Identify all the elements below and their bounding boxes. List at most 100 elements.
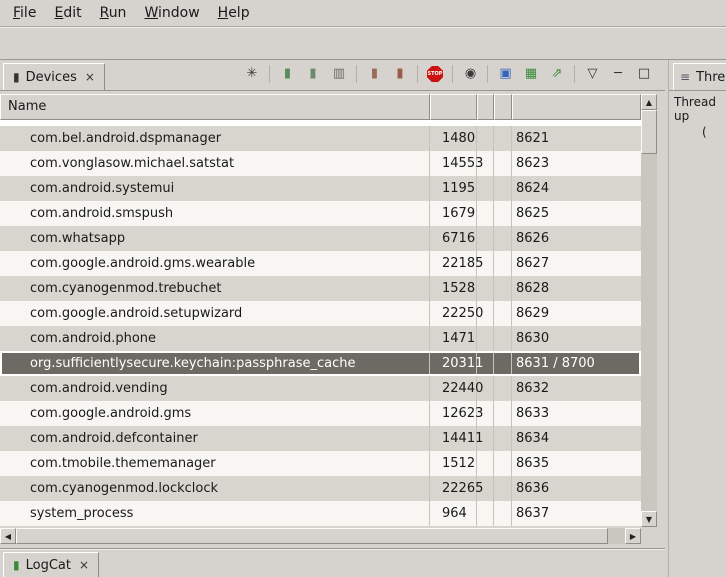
table-row[interactable]: com.whatsapp 6716 8626 [0, 226, 641, 251]
cell-spacer1 [477, 326, 494, 351]
devices-tab-label: Devices [26, 70, 77, 85]
threads-message-line1: Thread up [674, 95, 726, 123]
cell-spacer1 [477, 251, 494, 276]
vertical-scroll-track[interactable] [641, 110, 657, 511]
threads-message-line2: ( [674, 125, 726, 139]
start-opengl-trace-icon[interactable]: ⇗ [548, 65, 566, 83]
table-row[interactable]: com.cyanogenmod.trebuchet 1528 8628 [0, 276, 641, 301]
process-port: 8628 [512, 276, 641, 301]
scroll-up-icon[interactable]: ▲ [641, 94, 657, 110]
dump-view-hierarchy-icon[interactable]: ▣ [487, 65, 514, 83]
process-port: 8629 [512, 301, 641, 326]
maximize-icon[interactable]: □ [635, 65, 653, 83]
table-row[interactable]: com.android.systemui 1195 8624 [0, 176, 641, 201]
process-port: 8633 [512, 401, 641, 426]
process-pid: 12623 [430, 401, 477, 426]
table-row[interactable]: system_process 964 8637 [0, 501, 641, 526]
process-pid: 1528 [430, 276, 477, 301]
capture-system-info-icon[interactable]: ▦ [522, 65, 540, 83]
process-pid: 22265 [430, 476, 477, 501]
process-port: 8621 [512, 126, 641, 151]
process-name: com.android.defcontainer [0, 426, 430, 451]
cell-spacer1 [477, 176, 494, 201]
table-row[interactable]: com.vonglasow.michael.satstat 14553 8623 [0, 151, 641, 176]
scroll-right-icon[interactable]: ▶ [625, 528, 641, 544]
debug-process-icon[interactable]: ✳ [243, 65, 261, 83]
vertical-scrollbar[interactable]: ▲ ▼ [641, 94, 657, 527]
process-pid: 1471 [430, 326, 477, 351]
process-port: 8632 [512, 376, 641, 401]
close-icon[interactable]: × [77, 558, 89, 572]
table-row[interactable]: com.cyanogenmod.lockclock 22265 8636 [0, 476, 641, 501]
horizontal-scroll-track[interactable] [16, 528, 625, 544]
process-pid: 1679 [430, 201, 477, 226]
process-port: 8626 [512, 226, 641, 251]
menu-file[interactable]: File [4, 2, 45, 24]
process-name: com.google.android.setupwizard [0, 301, 430, 326]
threads-panel: ≡ Threads Thread up ( [668, 60, 726, 577]
start-method-profiling-icon[interactable]: ▮ [391, 65, 409, 83]
devices-tab-icon: ▮ [13, 71, 20, 83]
process-name: com.tmobile.thememanager [0, 451, 430, 476]
table-row[interactable]: com.android.defcontainer 14411 8634 [0, 426, 641, 451]
process-name: com.android.phone [0, 326, 430, 351]
menu-bar: FileEditRunWindowHelp [0, 0, 726, 27]
process-name: com.vonglasow.michael.satstat [0, 151, 430, 176]
cell-spacer2 [494, 301, 512, 326]
horizontal-scrollbar[interactable]: ◀ ▶ [0, 528, 641, 544]
column-header-pid[interactable] [430, 94, 477, 120]
dump-hprof-icon[interactable]: ▮ [304, 65, 322, 83]
table-row[interactable]: org.sufficientlysecure.keychain:passphra… [0, 351, 641, 376]
column-header-name[interactable]: Name [0, 94, 430, 120]
table-row[interactable]: com.google.android.gms 12623 8633 [0, 401, 641, 426]
threads-tab-icon: ≡ [680, 71, 690, 83]
column-header-port[interactable] [512, 94, 641, 120]
table-row[interactable]: com.bel.android.dspmanager 1480 8621 [0, 126, 641, 151]
process-port: 8636 [512, 476, 641, 501]
cell-spacer2 [494, 326, 512, 351]
view-menu-icon[interactable]: ▽ [574, 65, 601, 83]
scroll-left-icon[interactable]: ◀ [0, 528, 16, 544]
logcat-tab-label: LogCat [26, 558, 71, 573]
cell-spacer1 [477, 126, 494, 151]
process-pid: 964 [430, 501, 477, 526]
cell-spacer1 [477, 501, 494, 526]
minimize-icon[interactable]: ─ [609, 65, 627, 83]
scroll-down-icon[interactable]: ▼ [641, 511, 657, 527]
process-pid: 22250 [430, 301, 477, 326]
menu-window[interactable]: Window [135, 2, 208, 24]
table-row[interactable]: com.android.vending 22440 8632 [0, 376, 641, 401]
update-threads-icon[interactable]: ▮ [356, 65, 383, 83]
horizontal-scroll-thumb[interactable] [16, 528, 608, 544]
devices-toolbar: ✳ ▮ ▮ ▥ ▮ ▮ STOP ◉ ▣ ▦ ⇗ ▽ ─ □ [243, 65, 653, 83]
cell-spacer2 [494, 476, 512, 501]
tab-devices[interactable]: ▮ Devices × [3, 63, 105, 90]
process-table: com.bel.android.dspmanager 1480 8621 com… [0, 120, 641, 526]
tab-threads[interactable]: ≡ Threads [673, 63, 726, 90]
update-heap-icon[interactable]: ▮ [269, 65, 296, 83]
cell-spacer1 [477, 276, 494, 301]
close-icon[interactable]: × [83, 70, 95, 84]
table-row[interactable]: com.tmobile.thememanager 1512 8635 [0, 451, 641, 476]
table-row[interactable]: com.google.android.gms.wearable 22185 86… [0, 251, 641, 276]
process-pid: 6716 [430, 226, 477, 251]
table-row[interactable]: com.android.smspush 1679 8625 [0, 201, 641, 226]
vertical-scroll-thumb[interactable] [641, 110, 657, 154]
cause-gc-icon[interactable]: ▥ [330, 65, 348, 83]
menu-edit[interactable]: Edit [45, 2, 90, 24]
table-row[interactable]: com.android.phone 1471 8630 [0, 326, 641, 351]
menu-run[interactable]: Run [91, 2, 136, 24]
cell-spacer2 [494, 426, 512, 451]
table-row[interactable]: com.google.android.setupwizard 22250 862… [0, 301, 641, 326]
process-name: com.cyanogenmod.trebuchet [0, 276, 430, 301]
logcat-tab-icon: ▮ [13, 559, 20, 571]
process-port: 8637 [512, 501, 641, 526]
tab-logcat[interactable]: ▮ LogCat × [3, 552, 99, 577]
menu-help[interactable]: Help [209, 2, 259, 24]
screen-capture-icon[interactable]: ◉ [452, 65, 479, 83]
cell-spacer1 [477, 451, 494, 476]
cell-spacer2 [494, 501, 512, 526]
scrollbar-corner [641, 528, 657, 544]
threads-tab-label: Threads [696, 70, 726, 85]
stop-process-icon[interactable]: STOP [417, 65, 444, 83]
